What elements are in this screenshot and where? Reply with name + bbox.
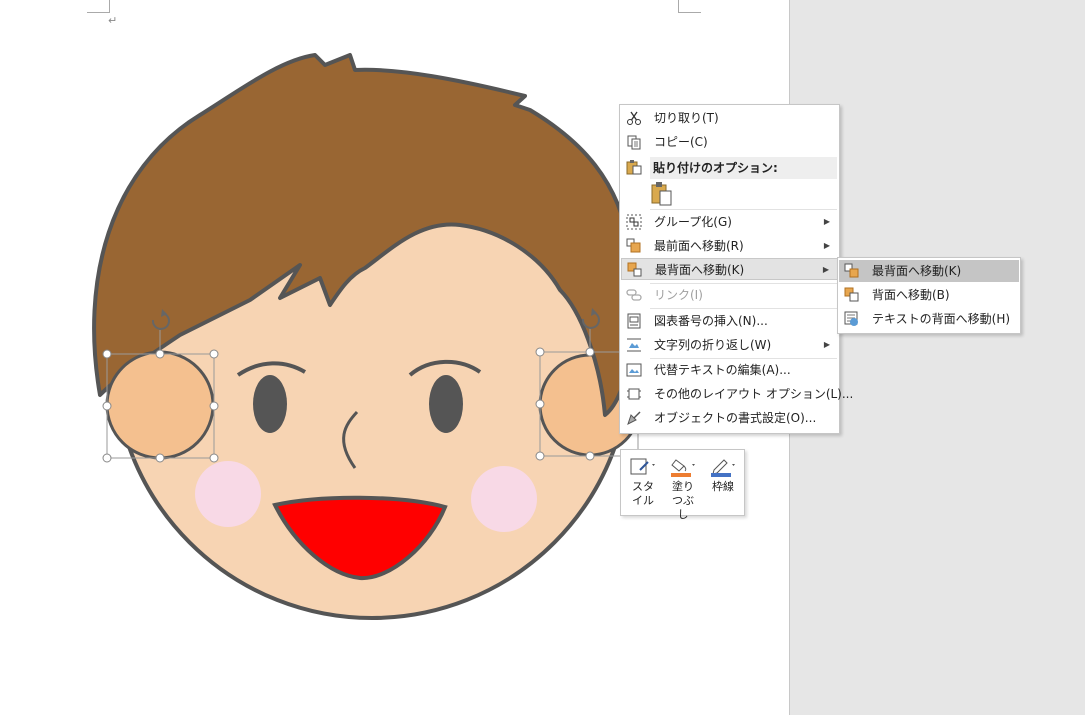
- menu-item-insert-caption[interactable]: 図表番号の挿入(N)...: [621, 310, 838, 332]
- fill-bucket-icon: [671, 459, 695, 477]
- separator: [650, 308, 837, 309]
- alt-text-icon: [626, 363, 642, 377]
- caption-icon: [627, 313, 641, 329]
- style-button[interactable]: スタイル: [625, 454, 661, 512]
- submenu-item-behind-text[interactable]: テキストの背面へ移動(H): [839, 308, 1019, 330]
- fill-button[interactable]: 塗りつぶし: [665, 454, 701, 521]
- menu-item-format-object[interactable]: オブジェクトの書式設定(O)...: [621, 407, 838, 429]
- paste-keep-source-button[interactable]: [650, 181, 676, 207]
- submenu-item-send-backward[interactable]: 背面へ移動(B): [839, 284, 1019, 306]
- left-eye: [253, 375, 287, 433]
- right-eye: [429, 375, 463, 433]
- send-to-back-submenu: 最背面へ移動(K) 背面へ移動(B) テキストの背面へ移動(H): [837, 257, 1021, 334]
- menu-item-send-to-back[interactable]: 最背面へ移動(K) ▶: [621, 258, 838, 280]
- menu-item-copy[interactable]: コピー(C): [621, 131, 838, 153]
- submenu-item-send-to-back[interactable]: 最背面へ移動(K): [839, 260, 1019, 282]
- context-menu: 切り取り(T) コピー(C) 貼り付けのオプション: グループ化(G) ▶ 最前…: [619, 104, 853, 434]
- copy-icon: [627, 135, 641, 150]
- group-icon: [626, 214, 642, 230]
- link-icon: [626, 289, 642, 301]
- separator: [650, 209, 837, 210]
- menu-item-bring-to-front[interactable]: 最前面へ移動(R) ▶: [621, 235, 838, 257]
- submenu-arrow-icon: ▶: [823, 340, 830, 349]
- paste-icon: [626, 160, 642, 175]
- paste-picture-icon: [651, 182, 672, 206]
- menu-item-cut[interactable]: 切り取り(T): [621, 107, 838, 129]
- bring-to-front-icon: [626, 238, 641, 253]
- format-object-icon: [627, 411, 641, 425]
- right-cheek: [471, 466, 537, 532]
- send-to-back-icon: [627, 262, 642, 277]
- left-ear[interactable]: [105, 350, 215, 460]
- send-backward-icon: [844, 287, 859, 302]
- layout-options-icon: [627, 388, 641, 400]
- scissors-icon: [627, 111, 641, 125]
- submenu-arrow-icon: ▶: [823, 217, 830, 226]
- send-to-back-icon: [844, 263, 859, 278]
- mini-toolbar: スタイル 塗りつぶし 枠線: [620, 449, 745, 521]
- submenu-arrow-icon: ▶: [823, 241, 830, 250]
- wrap-text-icon: [627, 338, 641, 352]
- menu-item-wrap-text[interactable]: 文字列の折り返し(W) ▶: [621, 334, 838, 356]
- outline-button[interactable]: 枠線: [705, 454, 741, 512]
- menu-item-edit-alt-text[interactable]: 代替テキストの編集(A)...: [621, 359, 838, 381]
- outline-pen-icon: [711, 459, 735, 477]
- paste-options-header: 貼り付けのオプション:: [650, 157, 837, 179]
- behind-text-icon: [844, 311, 858, 326]
- menu-item-group[interactable]: グループ化(G) ▶: [621, 211, 838, 233]
- menu-item-link: リンク(I): [621, 284, 838, 306]
- submenu-arrow-icon: ▶: [822, 265, 829, 274]
- menu-item-more-layout-options[interactable]: その他のレイアウト オプション(L)...: [621, 383, 853, 405]
- shape-style-icon: [630, 458, 655, 475]
- left-cheek: [195, 461, 261, 527]
